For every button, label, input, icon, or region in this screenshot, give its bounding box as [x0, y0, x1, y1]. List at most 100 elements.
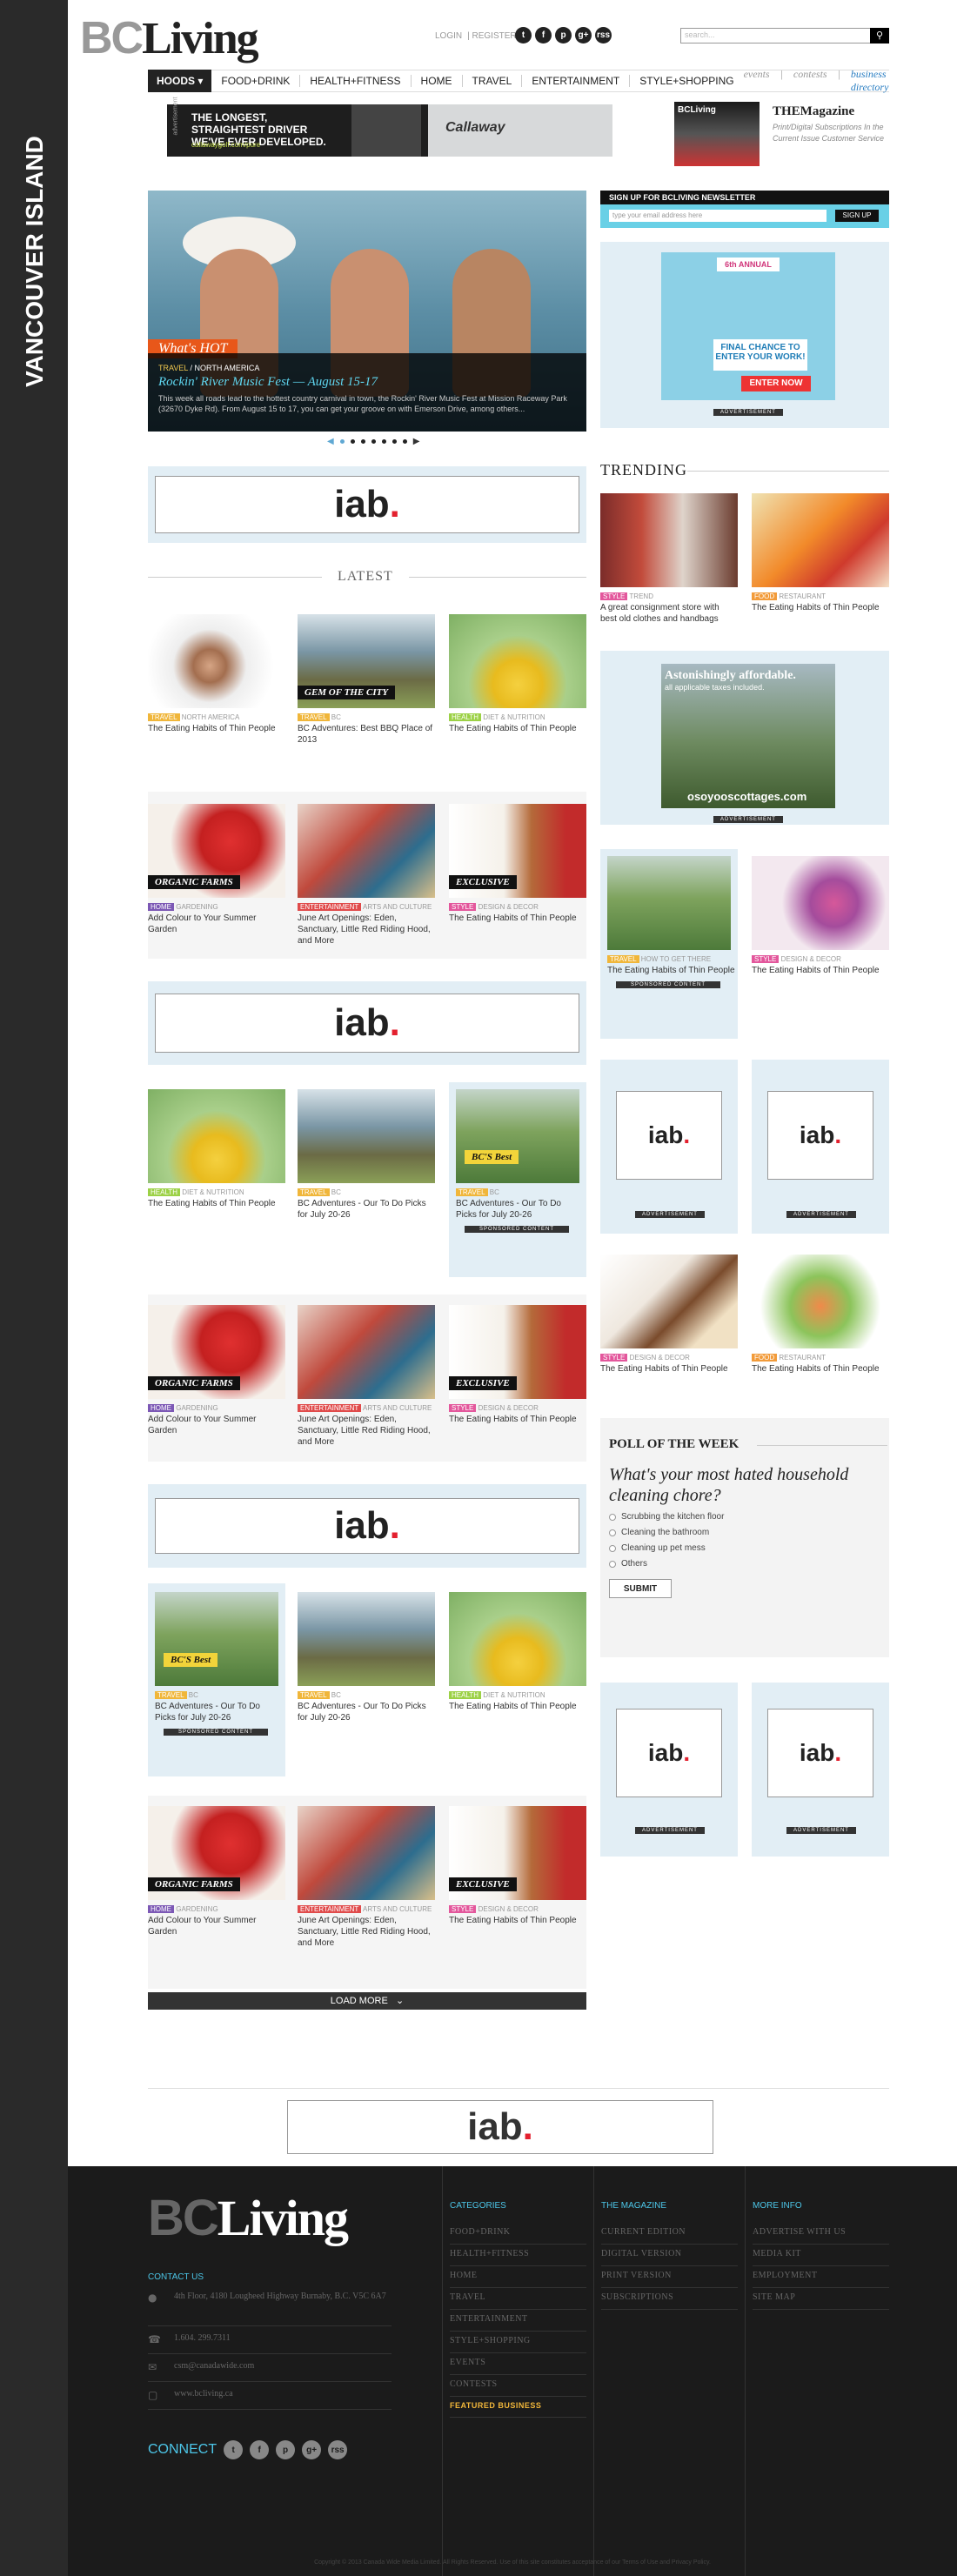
footer-more-info: MORE INFO ADVERTISE WITH US MEDIA KIT EM… [745, 2166, 896, 2576]
article-card[interactable]: GEM OF THE CITY TRAVEL BC BC Adventures:… [298, 614, 435, 746]
nav-food-drink[interactable]: FOOD+DRINK [211, 75, 301, 87]
cottages-ad[interactable]: Astonishingly affordable. all applicable… [661, 664, 835, 808]
googleplus-icon[interactable]: g+ [575, 27, 592, 43]
trend-card[interactable]: STYLE DESIGN & DECOR The Eating Habits o… [752, 856, 889, 976]
social-links: t f p g+ rss [515, 27, 612, 43]
article-card[interactable]: ENTERTAINMENT ARTS AND CULTURE June Art … [298, 1806, 435, 1949]
main-nav: HOODS ▾ FOOD+DRINK HEALTH+FITNESS HOME T… [148, 68, 889, 94]
search-input[interactable]: search... [680, 28, 889, 43]
trending-heading: TRENDING [600, 461, 687, 478]
facebook-icon[interactable]: f [535, 27, 552, 43]
footer-link[interactable]: HOME [450, 2266, 586, 2288]
featured-business-link[interactable]: FEATURED BUSINESS [450, 2397, 586, 2418]
latest-heading: LATEST [338, 569, 393, 584]
login-link[interactable]: LOGIN [435, 31, 462, 41]
footer-link[interactable]: HEALTH+FITNESS [450, 2245, 586, 2266]
footer-link[interactable]: ENTERTAINMENT [450, 2310, 586, 2332]
magazine-title[interactable]: THEMagazine [773, 104, 894, 119]
footer-magazine: THE MAGAZINE CURRENT EDITION DIGITAL VER… [593, 2166, 745, 2576]
trend-card[interactable]: STYLE TREND A great consignment store wi… [600, 493, 738, 625]
poll-submit-button[interactable]: SUBMIT [609, 1579, 672, 1598]
register-link[interactable]: REGISTER [472, 31, 517, 41]
poll-option[interactable]: Cleaning up pet mess [609, 1543, 880, 1553]
footer-link[interactable]: STYLE+SHOPPING [450, 2332, 586, 2353]
article-card[interactable]: EXCLUSIVE STYLE DESIGN & DECOR The Eatin… [449, 1305, 586, 1425]
article-card[interactable]: ENTERTAINMENT ARTS AND CULTURE June Art … [298, 804, 435, 947]
leaderboard-ad[interactable]: advertisement THE LONGEST, STRAIGHTEST D… [167, 97, 612, 157]
footer-link[interactable]: ADVERTISE WITH US [753, 2223, 889, 2245]
article-card[interactable]: ORGANIC FARMS HOME GARDENING Add Colour … [148, 1305, 285, 1436]
footer-link[interactable]: EVENTS [450, 2353, 586, 2375]
sponsored-card[interactable]: BC'S Best TRAVEL BC BC Adventures - Our … [456, 1089, 579, 1233]
twitter-icon[interactable]: t [515, 27, 532, 43]
poll-option[interactable]: Others [609, 1559, 880, 1569]
iab-ad-bottom[interactable]: iab. [287, 2100, 713, 2154]
article-card[interactable]: HEALTH DIET & NUTRITION The Eating Habit… [449, 1592, 586, 1712]
article-card[interactable]: EXCLUSIVE STYLE DESIGN & DECOR The Eatin… [449, 1806, 586, 1926]
rss-icon[interactable]: rss [595, 27, 612, 43]
article-card[interactable]: HEALTH DIET & NUTRITION The Eating Habit… [449, 614, 586, 734]
poll-option[interactable]: Scrubbing the kitchen floor [609, 1512, 880, 1522]
phone-icon: ☎ [148, 2333, 161, 2345]
nav-travel[interactable]: TRAVEL [463, 75, 523, 87]
article-card[interactable]: ENTERTAINMENT ARTS AND CULTURE June Art … [298, 1305, 435, 1448]
footer-link[interactable]: EMPLOYMENT [753, 2266, 889, 2288]
twitter-icon[interactable]: t [224, 2440, 244, 2459]
article-card[interactable]: ORGANIC FARMS HOME GARDENING Add Colour … [148, 804, 285, 935]
nav-style-shopping[interactable]: STYLE+SHOPPING [630, 75, 743, 87]
article-card[interactable]: TRAVEL BC BC Adventures - Our To Do Pick… [298, 1592, 435, 1723]
trend-card[interactable]: STYLE DESIGN & DECOR The Eating Habits o… [600, 1255, 738, 1375]
facebook-icon[interactable]: f [250, 2440, 270, 2459]
nav-health-fitness[interactable]: HEALTH+FITNESS [300, 75, 412, 87]
newsletter-signup-button[interactable]: SIGN UP [835, 210, 879, 222]
hoods-menu[interactable]: HOODS ▾ [148, 70, 212, 92]
footer-link[interactable]: CONTESTS [450, 2375, 586, 2397]
newsletter-signup: SIGN UP FOR BCLIVING NEWSLETTER type you… [600, 191, 889, 228]
pinterest-icon[interactable]: p [555, 27, 572, 43]
footer-categories: CATEGORIES FOOD+DRINK HEALTH+FITNESS HOM… [442, 2166, 593, 2576]
sponsored-card[interactable]: BC'S Best TRAVEL BC BC Adventures - Our … [155, 1592, 278, 1736]
poll-option[interactable]: Cleaning the bathroom [609, 1528, 880, 1537]
footer-link[interactable]: SUBSCRIPTIONS [601, 2288, 738, 2310]
footer-link[interactable]: FOOD+DRINK [450, 2223, 586, 2245]
article-card[interactable]: TRAVEL NORTH AMERICA The Eating Habits o… [148, 614, 285, 734]
footer-link[interactable]: TRAVEL [450, 2288, 586, 2310]
slider-pagination[interactable]: ◀ ▶ [327, 437, 419, 446]
nav-home[interactable]: HOME [412, 75, 463, 87]
newsletter-email-input[interactable]: type your email address here [609, 210, 826, 222]
hero-title[interactable]: Rockin' River Music Fest — August 15-17 [158, 375, 576, 390]
footer-link[interactable]: PRINT VERSION [601, 2266, 738, 2288]
footer-link[interactable]: MEDIA KIT [753, 2245, 889, 2266]
next-arrow-icon: ▶ [412, 437, 420, 446]
radio-icon [609, 1513, 616, 1521]
pinterest-icon[interactable]: p [276, 2440, 296, 2459]
load-more-button[interactable]: LOAD MORE ⌄ [148, 1992, 586, 2010]
googleplus-icon[interactable]: g+ [302, 2440, 322, 2459]
prev-arrow-icon: ◀ [327, 437, 334, 446]
rss-icon[interactable]: rss [328, 2440, 348, 2459]
hero-slider[interactable]: What's HOT TRAVEL / NORTH AMERICA Rockin… [148, 191, 586, 432]
radio-icon [609, 1544, 616, 1552]
site-logo[interactable]: BCLiving [80, 12, 259, 64]
nav-events[interactable]: events [744, 68, 770, 94]
article-card[interactable]: TRAVEL BC BC Adventures - Our To Do Pick… [298, 1089, 435, 1221]
search-icon[interactable]: ⚲ [870, 28, 889, 43]
sponsored-card[interactable]: TRAVEL HOW TO GET THERE The Eating Habit… [600, 856, 738, 988]
footer-logo[interactable]: BCLiving [148, 2189, 349, 2247]
footer-link[interactable]: CURRENT EDITION [601, 2223, 738, 2245]
trend-card[interactable]: FOOD RESTAURANT The Eating Habits of Thi… [752, 1255, 889, 1375]
footer-link[interactable]: DIGITAL VERSION [601, 2245, 738, 2266]
nav-business-directory[interactable]: business directory [851, 68, 889, 94]
footer-link[interactable]: SITE MAP [753, 2288, 889, 2310]
contest-ad[interactable]: 6th ANNUAL FINAL CHANCE TO ENTER YOUR WO… [661, 252, 835, 400]
region-label[interactable]: VANCOUVER ISLAND [21, 136, 49, 387]
magazine-cover[interactable]: BCLiving [674, 102, 760, 166]
trend-card[interactable]: FOOD RESTAURANT The Eating Habits of Thi… [752, 493, 889, 613]
chevron-down-icon: ⌄ [395, 1996, 405, 2006]
web-icon: ▢ [148, 2389, 158, 2401]
article-card[interactable]: HEALTH DIET & NUTRITION The Eating Habit… [148, 1089, 285, 1209]
nav-entertainment[interactable]: ENTERTAINMENT [522, 75, 631, 87]
article-card[interactable]: EXCLUSIVE STYLE DESIGN & DECOR The Eatin… [449, 804, 586, 924]
article-card[interactable]: ORGANIC FARMS HOME GARDENING Add Colour … [148, 1806, 285, 1937]
nav-contests[interactable]: contests [793, 68, 827, 94]
